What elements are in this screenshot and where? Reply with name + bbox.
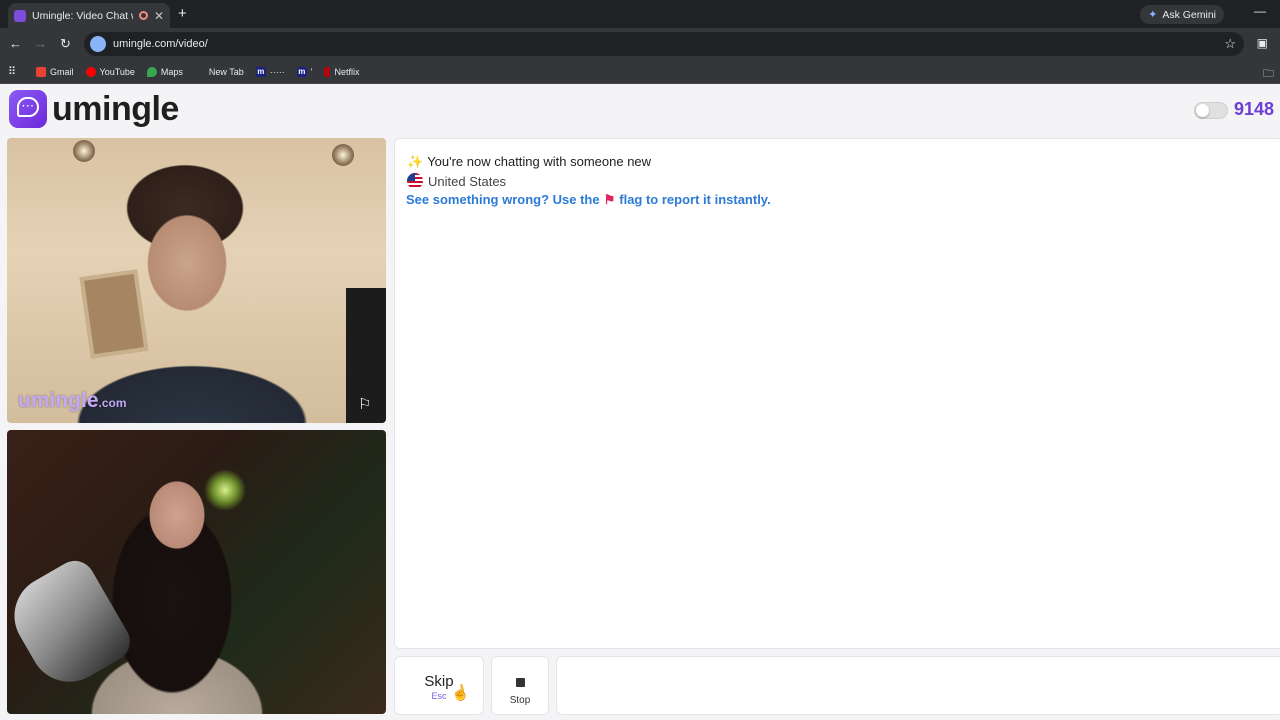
apps-grid-icon[interactable]: ⠿ — [8, 66, 20, 78]
browser-tab[interactable]: Umingle: Video Chat with S ✕ — [8, 3, 170, 28]
online-count: 9148 — [1234, 99, 1275, 119]
pointer-cursor-icon: ☝ — [449, 683, 472, 704]
gemini-sparkle-icon: ✦ — [1148, 9, 1158, 21]
address-toolbar: ← → ↻ umingle.com/video/ ☆ ▣ — [0, 28, 1280, 60]
close-tab-icon[interactable]: ✕ — [154, 9, 164, 23]
recording-icon — [138, 11, 148, 20]
bookmarks-bar: ⠿ Gmail YouTube Maps New Tab m ····· m ' N… — [0, 60, 1280, 84]
bookmark-youtube[interactable]: YouTube — [85, 66, 135, 77]
ask-gemini-label: Ask Gemini — [1162, 8, 1216, 21]
stop-button[interactable]: Stop — [491, 656, 549, 715]
red-flag-icon: ⚑ — [603, 192, 616, 207]
forward-arrow-icon[interactable]: → — [34, 36, 47, 51]
umingle-page: ··· umingle 9148 umingle.com ⚐ ✨ You're n… — [0, 84, 1280, 720]
us-flag-icon — [407, 173, 423, 189]
side-panel-icon[interactable]: ▣ — [1257, 36, 1268, 50]
bookmarks-folder-icon[interactable]: 🗀 — [1263, 65, 1274, 84]
remote-video: umingle.com ⚐ — [7, 138, 386, 423]
bookmark-netflix[interactable]: Netflix — [324, 66, 360, 77]
site-info-icon[interactable] — [90, 36, 106, 52]
ceiling-light — [73, 140, 95, 162]
chat-panel: ✨ You're now chatting with someone new Un… — [394, 138, 1280, 649]
tab-title: Umingle: Video Chat with S — [32, 9, 133, 22]
skip-label: Skip — [424, 673, 454, 690]
minimize-window-icon[interactable]: — — [1254, 4, 1266, 18]
umingle-favicon — [14, 9, 26, 22]
logo-text[interactable]: umingle — [52, 90, 179, 129]
bookmark-m2[interactable]: m ' — [296, 66, 312, 77]
m-logo-icon: m — [296, 66, 307, 77]
toggle-knob — [1196, 104, 1209, 117]
new-tab-button[interactable]: + — [178, 5, 187, 22]
message-input[interactable] — [556, 656, 1280, 715]
local-video — [7, 430, 386, 714]
umingle-watermark: umingle.com — [18, 389, 127, 412]
maps-pin-icon — [146, 66, 157, 77]
reload-icon[interactable]: ↻ — [60, 36, 71, 52]
ask-gemini-button[interactable]: ✦ Ask Gemini — [1140, 5, 1224, 24]
microphone — [7, 553, 138, 697]
report-flag-icon[interactable]: ⚐ — [358, 397, 376, 413]
browser-tab-bar: Umingle: Video Chat with S ✕ + ✦ Ask Gem… — [0, 0, 1280, 28]
address-url: umingle.com/video/ — [113, 38, 208, 50]
back-arrow-icon[interactable]: ← — [9, 36, 22, 51]
bookmark-gmail[interactable]: Gmail — [36, 66, 74, 77]
address-bar[interactable]: umingle.com/video/ — [84, 32, 1244, 56]
bookmark-maps[interactable]: Maps — [146, 66, 183, 77]
wall-picture — [79, 269, 149, 359]
ceiling-light — [332, 144, 354, 166]
bookmark-star-icon[interactable]: ☆ — [1224, 36, 1236, 52]
report-hint: See something wrong? Use the ⚑ flag to rep… — [406, 192, 771, 207]
bookmark-new-tab[interactable]: New Tab — [195, 67, 244, 77]
blank-page-icon — [195, 67, 205, 77]
bookmark-m1[interactable]: m ····· — [255, 66, 285, 77]
stop-label: Stop — [509, 695, 531, 706]
skip-button[interactable]: Skip Esc — [394, 656, 484, 715]
country-line: United States — [407, 173, 506, 189]
netflix-icon — [324, 66, 331, 77]
theme-toggle[interactable] — [1194, 102, 1228, 119]
stop-square-icon — [515, 678, 525, 687]
sparkle-icon: ✨ — [407, 154, 424, 169]
system-message: ✨ You're now chatting with someone new — [407, 154, 652, 169]
umingle-logo-icon[interactable]: ··· — [9, 90, 47, 128]
youtube-icon — [85, 66, 96, 77]
m-logo-icon: m — [255, 66, 266, 77]
gmail-icon — [36, 66, 46, 77]
